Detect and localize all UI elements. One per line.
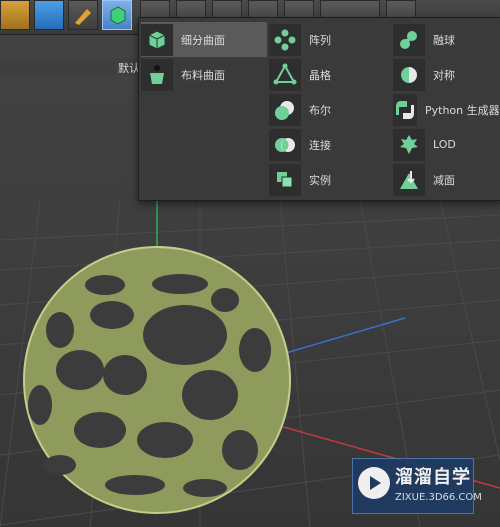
menu-item-label: 连接 — [309, 138, 331, 152]
menu-item-label: LOD — [433, 138, 456, 151]
pen-icon[interactable] — [68, 0, 98, 30]
boole-icon — [269, 93, 301, 126]
menu-item-symmetry[interactable]: 对称 — [393, 57, 499, 92]
menu-item-label: 对称 — [433, 68, 455, 82]
menu-item-label: 晶格 — [309, 68, 331, 82]
mesh-sphere[interactable] — [23, 246, 291, 514]
array-icon — [269, 23, 301, 56]
menu-item-label: 实例 — [309, 173, 331, 187]
cube-icon[interactable] — [34, 0, 64, 30]
atom-array-icon — [269, 58, 301, 91]
menu-item-cloth-surface[interactable]: 布料曲面 — [141, 57, 267, 92]
play-logo-icon — [358, 467, 390, 499]
metaball-icon — [393, 23, 425, 56]
menu-item-label: Python 生成器 — [425, 103, 500, 117]
python-generator-icon — [393, 93, 417, 126]
menu-item-subdivision-surface[interactable]: 细分曲面 — [141, 22, 267, 57]
render-settings-icon[interactable] — [0, 0, 30, 30]
symmetry-icon — [393, 58, 425, 91]
lod-icon — [393, 128, 425, 161]
menu-item-lod[interactable]: LOD — [393, 127, 499, 162]
menu-item-label: 细分曲面 — [181, 33, 225, 47]
watermark-title: 溜溜自学 — [395, 467, 471, 488]
cloth-surface-icon — [141, 58, 173, 91]
menu-item-atom-array[interactable]: 晶格 — [269, 57, 389, 92]
menu-item-array[interactable]: 阵列 — [269, 22, 389, 57]
generator-dropdown-menu: 细分曲面 布料曲面 阵列 晶格 布尔 连接 实例 融球 对称 Python 生成… — [138, 17, 500, 201]
subdivision-cube-icon[interactable] — [102, 0, 132, 30]
watermark-url: ZIXUE.3D66.COM — [395, 492, 482, 503]
default-label[interactable]: 默认 — [118, 60, 140, 76]
menu-item-label: 减面 — [433, 173, 455, 187]
menu-item-label: 融球 — [433, 33, 455, 47]
menu-item-label: 布尔 — [309, 103, 331, 117]
menu-item-instance[interactable]: 实例 — [269, 162, 389, 197]
menu-item-metaball[interactable]: 融球 — [393, 22, 499, 57]
polygon-reduction-icon — [393, 163, 425, 196]
site-watermark: 溜溜自学 ZIXUE.3D66.COM — [352, 458, 482, 514]
instance-icon — [269, 163, 301, 196]
menu-item-connect[interactable]: 连接 — [269, 127, 389, 162]
menu-item-polygon-reduction[interactable]: 减面 — [393, 162, 499, 197]
menu-item-boole[interactable]: 布尔 — [269, 92, 389, 127]
menu-item-label: 阵列 — [309, 33, 331, 47]
menu-item-python-generator[interactable]: Python 生成器 — [393, 92, 500, 127]
subdivision-surface-icon — [141, 23, 173, 56]
menu-item-label: 布料曲面 — [181, 68, 225, 82]
connect-icon — [269, 128, 301, 161]
